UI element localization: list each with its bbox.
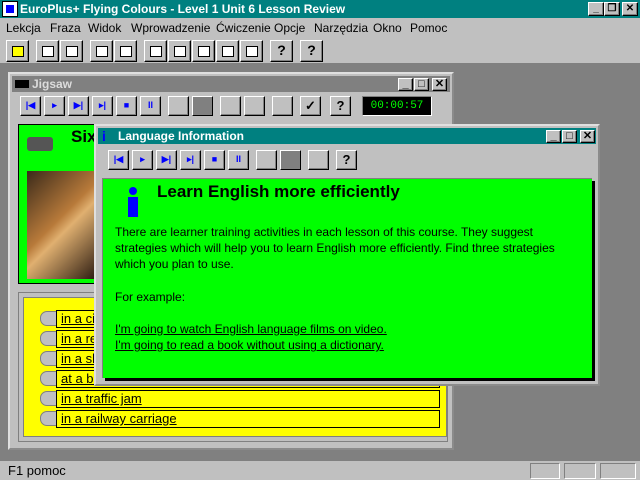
info-heading: Learn English more efficiently	[157, 182, 400, 201]
video-still-image	[27, 171, 97, 279]
video-icon[interactable]	[220, 96, 241, 116]
open-folder-icon[interactable]	[6, 40, 29, 62]
app-title-bar: EuroPlus+ Flying Colours - Level 1 Unit …	[0, 0, 640, 18]
layout-icon[interactable]	[192, 96, 213, 116]
check-button[interactable]: ✓	[300, 96, 321, 116]
open-book-icon[interactable]	[60, 40, 83, 62]
stop-icon[interactable]: ■	[204, 150, 225, 170]
status-panel	[600, 463, 636, 479]
info-maximize-button[interactable]: □	[562, 130, 577, 143]
status-panel	[530, 463, 560, 479]
language-info-title-bar: i Language Information _ □ ✕	[98, 128, 596, 144]
menu-lekcja[interactable]: Lekcja	[6, 21, 41, 35]
play-icon[interactable]: ▸	[44, 96, 65, 116]
status-bar: F1 pomoc	[0, 461, 640, 480]
timer-display: 00:00:57	[362, 96, 432, 116]
main-toolbar: ? ?	[0, 38, 640, 64]
close-button[interactable]: ✕	[622, 2, 638, 16]
jigsaw-minimize-button[interactable]: _	[398, 78, 413, 91]
info-icon: i	[102, 128, 106, 144]
menu-bar: Lekcja Fraza Widok Wprowadzenie Ćwiczeni…	[0, 18, 640, 38]
pages-icon[interactable]	[144, 40, 167, 62]
info-close-button[interactable]: ✕	[580, 130, 595, 143]
speaker-icon[interactable]	[240, 40, 263, 62]
jigsaw-close-button[interactable]: ✕	[432, 78, 447, 91]
context-help-icon[interactable]: ?	[300, 40, 323, 62]
menu-pomoc[interactable]: Pomoc	[410, 21, 447, 35]
menu-opcje[interactable]: Opcje	[274, 21, 305, 35]
menu-cwiczenie[interactable]: Ćwiczenie	[216, 21, 271, 35]
pause-icon[interactable]: II	[140, 96, 161, 116]
fast-forward-icon[interactable]: ▶|	[68, 96, 89, 116]
for-example-label: For example:	[115, 290, 186, 304]
first-icon[interactable]: |◀	[108, 150, 129, 170]
window-icon	[15, 80, 29, 88]
drop-icon[interactable]	[216, 40, 239, 62]
menu-fraza[interactable]: Fraza	[50, 21, 81, 35]
first-icon[interactable]: |◀	[20, 96, 41, 116]
example-link[interactable]: I'm going to watch English language film…	[115, 322, 387, 336]
pause-icon[interactable]: II	[228, 150, 249, 170]
language-information-window: i Language Information _ □ ✕ |◀ ▸ ▶| ▸| …	[94, 124, 600, 386]
jigsaw-help-button[interactable]: ?	[330, 96, 351, 116]
microphone-icon[interactable]	[192, 40, 215, 62]
notebook-icon[interactable]	[168, 40, 191, 62]
play-icon[interactable]: ▸	[132, 150, 153, 170]
example-link[interactable]: I'm going to read a book without using a…	[115, 338, 384, 352]
list-item[interactable]: in a railway carriage	[40, 410, 440, 428]
layout-icon[interactable]	[280, 150, 301, 170]
next-page-icon[interactable]	[114, 40, 137, 62]
fast-forward-icon[interactable]: ▶|	[156, 150, 177, 170]
info-minimize-button[interactable]: _	[546, 130, 561, 143]
help-icon[interactable]: ?	[270, 40, 293, 62]
menu-okno[interactable]: Okno	[373, 21, 402, 35]
notebook-icon[interactable]	[308, 150, 329, 170]
info-paragraph: There are learner training activities in…	[115, 225, 555, 271]
info-content-panel: Learn English more efficiently There are…	[102, 178, 592, 378]
book-icon[interactable]	[36, 40, 59, 62]
language-info-title: Language Information	[118, 129, 244, 143]
menu-widok[interactable]: Widok	[88, 21, 121, 35]
restore-button[interactable]: ❐	[604, 2, 620, 16]
info-icon	[125, 187, 141, 217]
step-icon[interactable]: ▸|	[92, 96, 113, 116]
film-icon[interactable]	[244, 96, 265, 116]
camera-icon	[27, 137, 53, 151]
menu-wprowadzenie[interactable]: Wprowadzenie	[131, 21, 210, 35]
app-title: EuroPlus+ Flying Colours - Level 1 Unit …	[20, 2, 346, 16]
stop-icon[interactable]: ■	[116, 96, 137, 116]
step-icon[interactable]: ▸|	[180, 150, 201, 170]
minimize-button[interactable]: _	[588, 2, 604, 16]
jigsaw-title: Jigsaw	[32, 77, 73, 91]
columns-icon[interactable]	[168, 96, 189, 116]
jigsaw-title-bar: Jigsaw _ □ ✕	[12, 76, 450, 92]
notebook-icon[interactable]	[272, 96, 293, 116]
previous-page-icon[interactable]	[90, 40, 113, 62]
status-text: F1 pomoc	[8, 463, 66, 478]
app-icon[interactable]	[2, 1, 18, 17]
jigsaw-heading: Six	[71, 127, 97, 146]
jigsaw-maximize-button[interactable]: □	[414, 78, 429, 91]
info-help-button[interactable]: ?	[336, 150, 357, 170]
list-item[interactable]: in a traffic jam	[40, 390, 440, 408]
menu-narzedzia[interactable]: Narzędzia	[314, 21, 368, 35]
status-panel	[564, 463, 596, 479]
columns-icon[interactable]	[256, 150, 277, 170]
